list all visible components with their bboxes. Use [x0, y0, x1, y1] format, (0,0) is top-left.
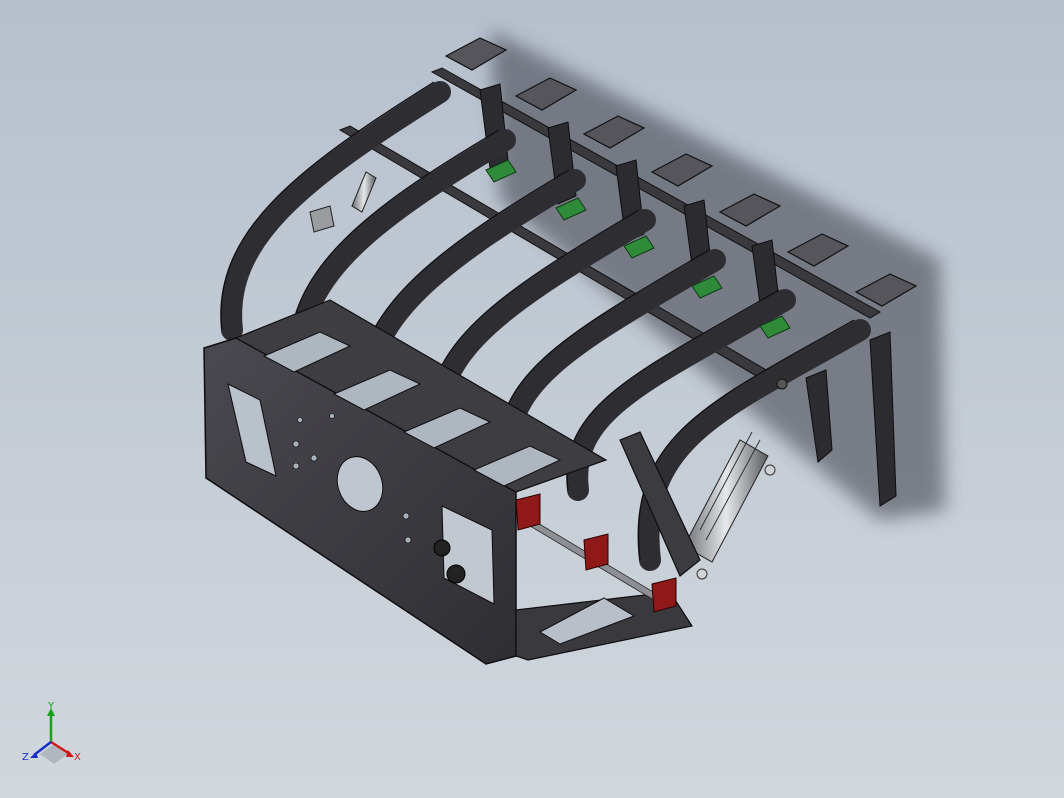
red-clamp-block: [515, 493, 541, 531]
x-axis-label: X: [74, 752, 81, 763]
z-axis-label: Z: [22, 752, 29, 763]
view-orientation-triad[interactable]: Y X Z: [18, 702, 88, 772]
red-clamp-block: [651, 577, 677, 613]
cad-graphics-viewport[interactable]: Y X Z: [0, 0, 1064, 798]
gripper-assembly-model[interactable]: [0, 0, 1064, 798]
red-clamp-block: [583, 533, 609, 571]
y-axis-label: Y: [47, 702, 55, 712]
